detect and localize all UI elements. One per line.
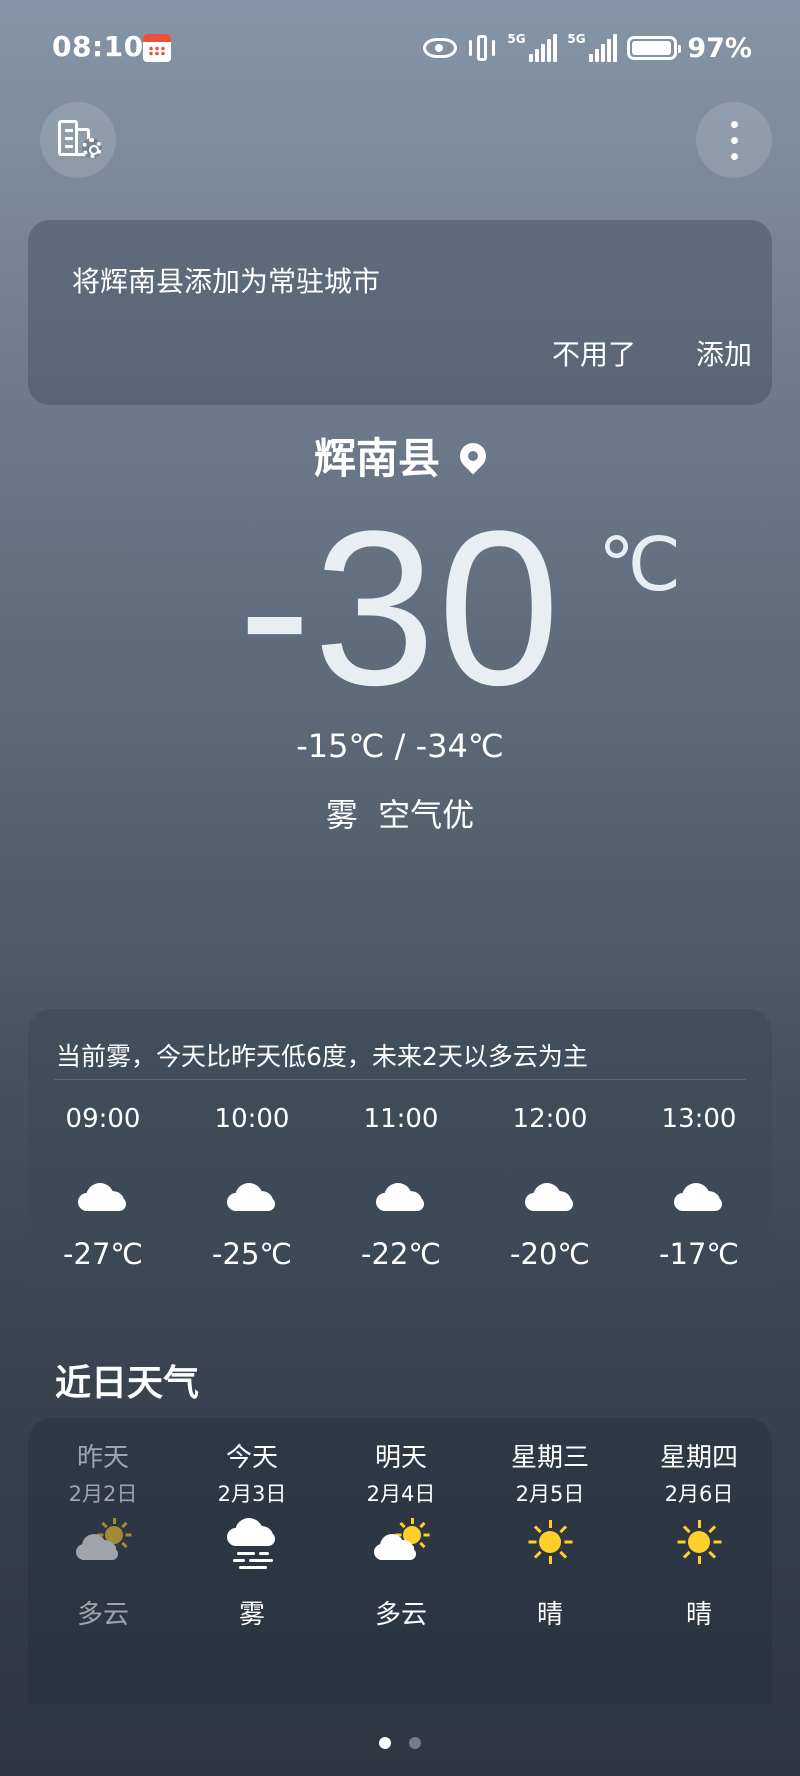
hour-item: 09:00 -27℃ bbox=[28, 1099, 178, 1271]
day-condition: 多云 bbox=[374, 1600, 427, 1630]
current-temperature: -30 bbox=[238, 485, 562, 731]
day-item: 昨天 2月2日多云 bbox=[28, 1438, 178, 1631]
day-date: 2月5日 bbox=[515, 1482, 585, 1506]
hour-item: 11:00 -22℃ bbox=[326, 1099, 476, 1271]
hour-time: 12:00 bbox=[512, 1104, 588, 1134]
divider bbox=[54, 1079, 746, 1080]
city-name: 辉南县 bbox=[313, 434, 440, 483]
day-name: 星期四 bbox=[659, 1443, 738, 1473]
page-dot[interactable] bbox=[409, 1737, 421, 1749]
cloud-icon bbox=[227, 1183, 279, 1211]
day-condition: 雾 bbox=[238, 1600, 265, 1630]
battery-percent: 97% bbox=[687, 32, 752, 64]
location-row[interactable]: 辉南县 bbox=[0, 425, 800, 485]
hour-item: 10:00 -25℃ bbox=[177, 1099, 327, 1271]
cloud-icon bbox=[674, 1183, 726, 1211]
add-city-message: 将辉南县添加为常驻城市 bbox=[72, 265, 381, 298]
more-menu-button[interactable] bbox=[696, 102, 772, 178]
day-item: 明天 2月4日多云 bbox=[326, 1438, 476, 1631]
hour-time: 11:00 bbox=[363, 1104, 439, 1134]
hour-time: 10:00 bbox=[214, 1104, 290, 1134]
day-name: 明天 bbox=[374, 1443, 427, 1473]
day-name: 今天 bbox=[225, 1443, 278, 1473]
eye-icon bbox=[423, 38, 458, 58]
day-date: 2月4日 bbox=[366, 1482, 436, 1506]
cloud-icon bbox=[78, 1183, 130, 1211]
add-city-button[interactable]: 添加 bbox=[696, 333, 752, 373]
daily-forecast-card[interactable]: 昨天 2月2日多云 今天 2月3日雾 明天 2月4日多云 星期三 2月5日晴 星期四 2月6日晴 bbox=[28, 1418, 772, 1704]
day-date: 2月3日 bbox=[217, 1482, 287, 1506]
hour-time: 09:00 bbox=[65, 1104, 141, 1134]
battery-icon bbox=[627, 36, 682, 60]
status-bar: 08:10 5G 5G 97% bbox=[0, 0, 800, 100]
daily-section-title: 近日天气 bbox=[55, 1363, 200, 1404]
day-item: 今天 2月3日雾 bbox=[177, 1438, 327, 1631]
day-name: 昨天 bbox=[76, 1443, 129, 1473]
network-type-label: 5G bbox=[507, 32, 526, 46]
calendar-icon bbox=[143, 34, 171, 62]
dismiss-button[interactable]: 不用了 bbox=[552, 333, 636, 373]
partly-cloudy-icon bbox=[326, 1516, 476, 1588]
cloud-icon bbox=[525, 1183, 577, 1211]
location-pin-icon bbox=[454, 437, 492, 474]
day-date: 2月6日 bbox=[664, 1482, 734, 1506]
page-dot[interactable] bbox=[379, 1737, 391, 1749]
city-manage-button[interactable] bbox=[40, 102, 116, 178]
signal-icon: 5G bbox=[507, 32, 558, 62]
fog-icon bbox=[227, 1518, 279, 1569]
sun-icon bbox=[677, 1520, 722, 1564]
temperature-unit: ℃ bbox=[598, 523, 682, 606]
hour-time: 13:00 bbox=[661, 1104, 737, 1134]
hour-item: 12:00 -20℃ bbox=[475, 1099, 625, 1271]
hour-item: 13:00 -17℃ bbox=[624, 1099, 774, 1271]
day-item: 星期三 2月5日晴 bbox=[475, 1438, 625, 1631]
forecast-summary: 当前雾，今天比昨天低6度，未来2天以多云为主 bbox=[56, 1042, 588, 1071]
sun-icon bbox=[528, 1520, 573, 1564]
condition-air-quality: 雾 空气优 bbox=[325, 796, 475, 834]
day-condition: 多云 bbox=[76, 1600, 129, 1630]
temperature-range: -15℃ / -34℃ bbox=[296, 727, 504, 765]
day-condition: 晴 bbox=[685, 1600, 712, 1630]
clock: 08:10 bbox=[52, 30, 144, 63]
day-condition: 晴 bbox=[536, 1600, 563, 1630]
partly-cloudy-icon bbox=[28, 1516, 178, 1588]
cloud-icon bbox=[376, 1183, 428, 1211]
status-icons: 5G 5G 97% bbox=[423, 30, 752, 66]
day-item: 星期四 2月6日晴 bbox=[624, 1438, 774, 1631]
signal-icon-2: 5G bbox=[567, 32, 618, 62]
day-name: 星期三 bbox=[510, 1443, 589, 1473]
add-resident-city-card: 将辉南县添加为常驻城市 不用了 添加 bbox=[28, 220, 772, 405]
hourly-forecast-card[interactable]: 当前雾，今天比昨天低6度，未来2天以多云为主 09:00 -27℃ 10:00 -25… bbox=[28, 1009, 772, 1317]
page-indicator bbox=[0, 1734, 800, 1753]
day-date: 2月2日 bbox=[68, 1482, 138, 1506]
vibrate-icon bbox=[467, 35, 497, 61]
network-type-label-2: 5G bbox=[567, 32, 586, 46]
